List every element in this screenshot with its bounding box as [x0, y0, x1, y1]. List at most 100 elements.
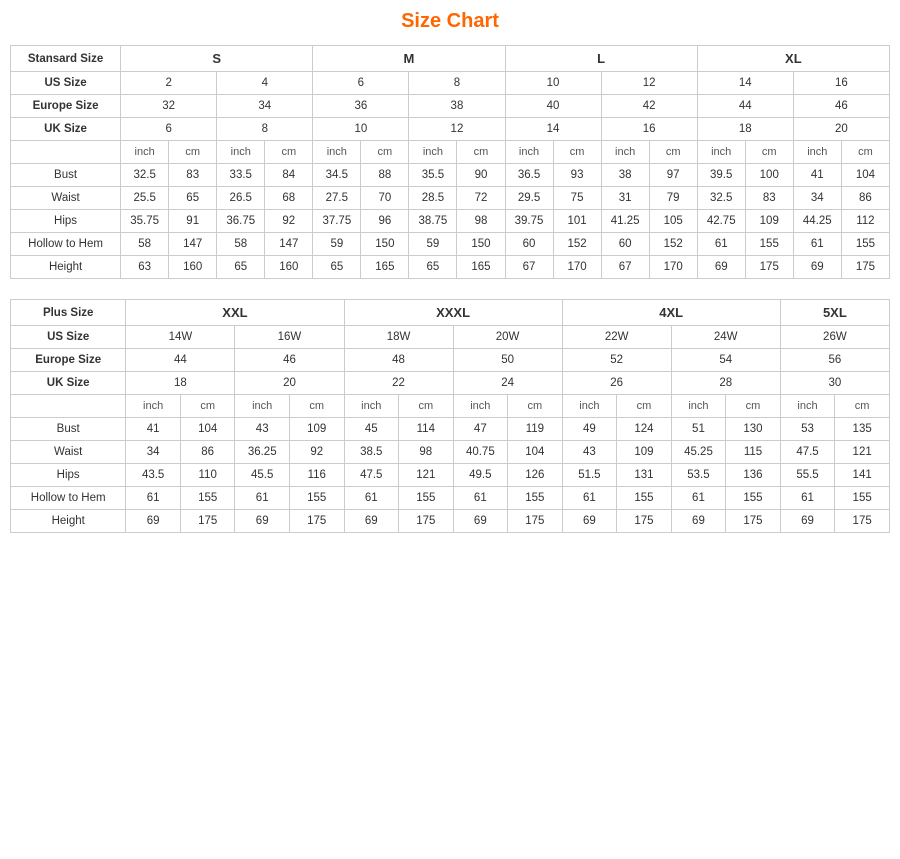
- plus-hips-12: 55.5: [780, 464, 835, 487]
- std-unit-cm-6: cm: [649, 141, 697, 164]
- us-size-16: 16: [793, 72, 889, 95]
- europe-size-label: Europe Size: [11, 95, 121, 118]
- hollow-3: 147: [265, 233, 313, 256]
- bust-15: 104: [841, 164, 889, 187]
- hips-3: 92: [265, 210, 313, 233]
- hollow-13: 155: [745, 233, 793, 256]
- group-xl: XL: [697, 46, 889, 72]
- plus-height-11: 175: [726, 510, 781, 533]
- waist-label: Waist: [11, 187, 121, 210]
- plus-waist-label: Waist: [11, 441, 126, 464]
- plus-eu-54: 54: [671, 349, 780, 372]
- plus-us-16w: 16W: [235, 326, 344, 349]
- std-unit-inch-7: inch: [697, 141, 745, 164]
- plus-hollow-label: Hollow to Hem: [11, 487, 126, 510]
- hollow-11: 152: [649, 233, 697, 256]
- bust-13: 100: [745, 164, 793, 187]
- hollow-8: 60: [505, 233, 553, 256]
- plus-hollow-2: 61: [235, 487, 290, 510]
- height-10: 67: [601, 256, 649, 279]
- std-unit-inch-5: inch: [505, 141, 553, 164]
- plus-uk-24: 24: [453, 372, 562, 395]
- plus-bust-10: 51: [671, 418, 726, 441]
- height-3: 160: [265, 256, 313, 279]
- plus-unit-cm-5: cm: [617, 395, 672, 418]
- plus-uk-20: 20: [235, 372, 344, 395]
- plus-us-24w: 24W: [671, 326, 780, 349]
- plus-height-6: 69: [453, 510, 508, 533]
- eu-32: 32: [121, 95, 217, 118]
- plus-size-label: Plus Size: [11, 300, 126, 326]
- plus-unit-inch-3: inch: [344, 395, 399, 418]
- plus-size-section: Plus Size XXL XXXL 4XL 5XL US Size 14W 1…: [10, 299, 890, 533]
- height-12: 69: [697, 256, 745, 279]
- plus-hollow-8: 61: [562, 487, 617, 510]
- bust-0: 32.5: [121, 164, 169, 187]
- plus-hips-5: 121: [399, 464, 454, 487]
- plus-bust-13: 135: [835, 418, 890, 441]
- group-l: L: [505, 46, 697, 72]
- waist-9: 75: [553, 187, 601, 210]
- waist-1: 65: [169, 187, 217, 210]
- plus-hips-8: 51.5: [562, 464, 617, 487]
- plus-bust-4: 45: [344, 418, 399, 441]
- us-size-6: 6: [313, 72, 409, 95]
- plus-eu-50: 50: [453, 349, 562, 372]
- plus-us-22w: 22W: [562, 326, 671, 349]
- hips-label: Hips: [11, 210, 121, 233]
- std-unit-cm-7: cm: [745, 141, 793, 164]
- plus-bust-2: 43: [235, 418, 290, 441]
- plus-hips-3: 116: [289, 464, 344, 487]
- uk-10: 10: [313, 118, 409, 141]
- hips-15: 112: [841, 210, 889, 233]
- plus-height-13: 175: [835, 510, 890, 533]
- std-unit-cm-5: cm: [553, 141, 601, 164]
- plus-height-label: Height: [11, 510, 126, 533]
- hips-12: 42.75: [697, 210, 745, 233]
- plus-unit-inch-6: inch: [671, 395, 726, 418]
- plus-unit-inch-1: inch: [126, 395, 181, 418]
- height-14: 69: [793, 256, 841, 279]
- eu-34: 34: [217, 95, 313, 118]
- plus-waist-4: 38.5: [344, 441, 399, 464]
- hollow-label: Hollow to Hem: [11, 233, 121, 256]
- plus-bust-label: Bust: [11, 418, 126, 441]
- bust-6: 35.5: [409, 164, 457, 187]
- plus-bust-8: 49: [562, 418, 617, 441]
- plus-uk-22: 22: [344, 372, 453, 395]
- uk-16: 16: [601, 118, 697, 141]
- hollow-7: 150: [457, 233, 505, 256]
- bust-12: 39.5: [697, 164, 745, 187]
- plus-hollow-12: 61: [780, 487, 835, 510]
- waist-0: 25.5: [121, 187, 169, 210]
- group-m: M: [313, 46, 505, 72]
- plus-us-20w: 20W: [453, 326, 562, 349]
- plus-unit-inch-4: inch: [453, 395, 508, 418]
- plus-bust-3: 109: [289, 418, 344, 441]
- hips-9: 101: [553, 210, 601, 233]
- bust-8: 36.5: [505, 164, 553, 187]
- plus-hollow-3: 155: [289, 487, 344, 510]
- plus-hips-4: 47.5: [344, 464, 399, 487]
- std-unit-cm-3: cm: [361, 141, 409, 164]
- height-9: 170: [553, 256, 601, 279]
- std-unit-inch-6: inch: [601, 141, 649, 164]
- plus-hips-1: 110: [180, 464, 235, 487]
- plus-height-10: 69: [671, 510, 726, 533]
- uk-6: 6: [121, 118, 217, 141]
- waist-6: 28.5: [409, 187, 457, 210]
- plus-waist-8: 43: [562, 441, 617, 464]
- plus-waist-5: 98: [399, 441, 454, 464]
- std-unit-cm-2: cm: [265, 141, 313, 164]
- hollow-5: 150: [361, 233, 409, 256]
- plus-hollow-1: 155: [180, 487, 235, 510]
- plus-us-26w: 26W: [780, 326, 889, 349]
- plus-uk-18: 18: [126, 372, 235, 395]
- height-8: 67: [505, 256, 553, 279]
- hips-6: 38.75: [409, 210, 457, 233]
- height-5: 165: [361, 256, 409, 279]
- plus-hollow-13: 155: [835, 487, 890, 510]
- hips-4: 37.75: [313, 210, 361, 233]
- plus-unit-cm-3: cm: [399, 395, 454, 418]
- waist-15: 86: [841, 187, 889, 210]
